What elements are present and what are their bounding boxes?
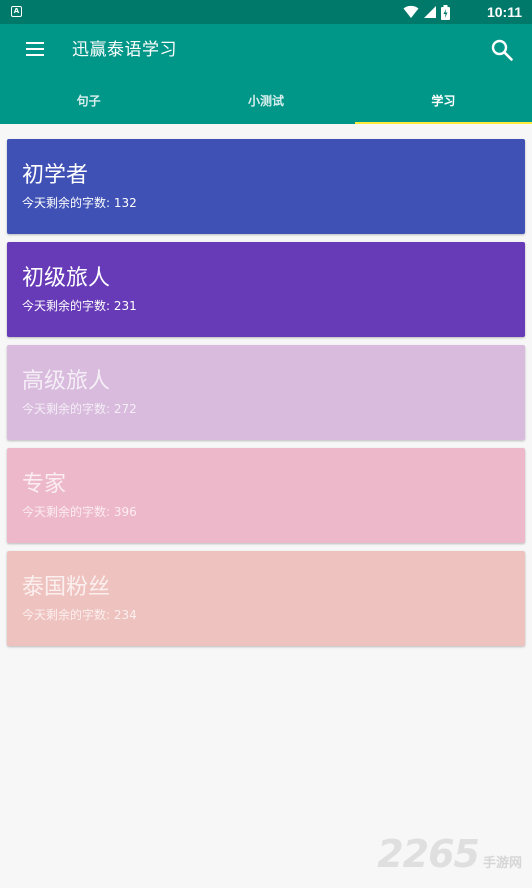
status-bar: A 10:11 (0, 0, 532, 24)
level-card-expert[interactable]: 专家 今天剩余的字数: 396 (7, 448, 525, 543)
tab-indicator (354, 122, 532, 124)
level-remaining: 今天剩余的字数: 132 (22, 196, 137, 210)
status-time: 10:11 (486, 4, 522, 20)
level-card-senior-traveler[interactable]: 高级旅人 今天剩余的字数: 272 (7, 345, 525, 440)
level-list: 初学者 今天剩余的字数: 132 初级旅人 今天剩余的字数: 231 高级旅人 … (7, 139, 525, 654)
battery-icon (441, 4, 450, 20)
level-remaining: 今天剩余的字数: 396 (22, 505, 137, 519)
level-title: 初级旅人 (22, 266, 111, 291)
notification-a-icon: A (11, 6, 22, 17)
level-title: 初学者 (22, 163, 89, 188)
tab-bar: 句子 小测试 学习 (0, 78, 532, 124)
level-title: 泰国粉丝 (22, 575, 111, 600)
tab-label: 句子 (76, 94, 101, 108)
search-icon[interactable] (490, 38, 514, 62)
level-card-beginner[interactable]: 初学者 今天剩余的字数: 132 (7, 139, 525, 234)
level-card-junior-traveler[interactable]: 初级旅人 今天剩余的字数: 231 (7, 242, 525, 337)
level-remaining: 今天剩余的字数: 234 (22, 608, 137, 622)
status-icons (403, 4, 450, 20)
app-screen: A 10:11 迅赢泰语学习 句子 小测试 学习 初学者 今天剩余的字数: 13… (0, 0, 532, 888)
watermark: 2265 手游网 (377, 832, 522, 876)
watermark-text: 手游网 (482, 856, 522, 871)
watermark-number: 2265 (377, 832, 480, 876)
tab-label: 小测试 (247, 94, 284, 108)
level-title: 专家 (22, 472, 67, 497)
tab-study[interactable]: 学习 (354, 78, 532, 124)
app-bar: 迅赢泰语学习 (0, 24, 532, 78)
tab-sentences[interactable]: 句子 (0, 78, 177, 124)
level-title: 高级旅人 (22, 369, 111, 394)
app-title: 迅赢泰语学习 (72, 40, 177, 60)
tab-quiz[interactable]: 小测试 (177, 78, 354, 124)
level-remaining: 今天剩余的字数: 231 (22, 299, 137, 313)
tab-label: 学习 (431, 94, 456, 108)
signal-icon (424, 6, 436, 18)
level-card-thailand-fan[interactable]: 泰国粉丝 今天剩余的字数: 234 (7, 551, 525, 646)
wifi-icon (403, 5, 419, 18)
level-remaining: 今天剩余的字数: 272 (22, 402, 137, 416)
menu-icon[interactable] (26, 42, 44, 58)
